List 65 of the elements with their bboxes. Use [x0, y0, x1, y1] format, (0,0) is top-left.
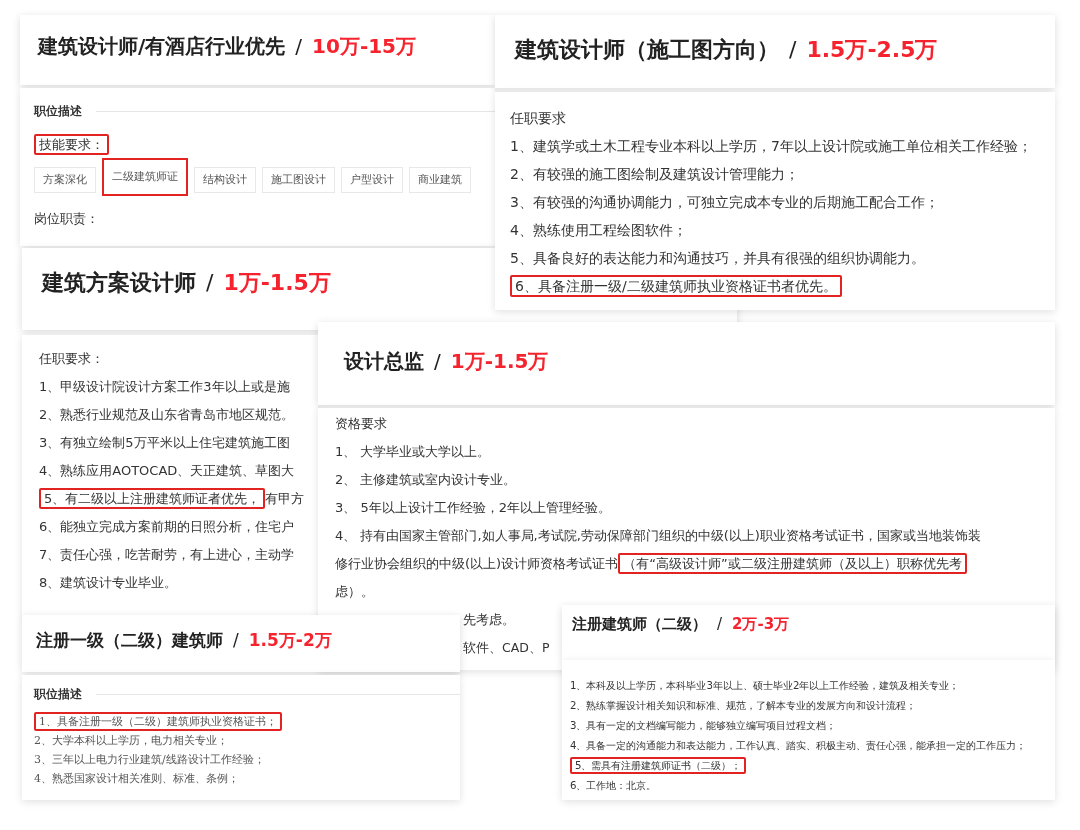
body-text: 岗位职责： — [34, 211, 99, 226]
body-text: 3、三年以上电力行业建筑/线路设计工作经验； — [34, 753, 265, 766]
separator: / — [789, 37, 797, 62]
highlighted-text: 5、有二级以上注册建筑师证者优先， — [39, 488, 266, 509]
body-text: 6、工作地：北京。 — [570, 780, 657, 791]
body-text: 1、本科及以上学历，本科毕业3年以上、硕士毕业2年以上工作经验，建筑及相关专业； — [570, 680, 960, 691]
separator: / — [233, 630, 239, 650]
body-text: 3、具有一定的文档编写能力，能够独立编写项目过程文档； — [570, 720, 837, 731]
body-text: 2、熟悉行业规范及山东省青岛市地区规范。 — [39, 407, 295, 422]
body-text: 2、有较强的施工图绘制及建筑设计管理能力； — [510, 166, 799, 182]
salary: 1万-1.5万 — [223, 270, 331, 295]
body-text: 1、建筑学或土木工程专业本科以上学历，7年以上设计院或施工单位相关工作经验； — [510, 138, 1032, 154]
body-text: 先考虑。 — [463, 612, 515, 627]
job-title: 建筑设计师/有酒店行业优先 — [38, 34, 286, 58]
skill-tag: 方案深化 — [34, 167, 96, 193]
body-text: 3、 5年以上设计工作经验，2年以上管理经验。 — [335, 500, 611, 515]
separator: / — [206, 270, 214, 295]
body-text: 4、熟练应用AOTOCAD、天正建筑、草图大 — [39, 463, 295, 478]
salary: 2万-3万 — [732, 615, 790, 633]
body-text: 4、 持有由国家主管部门,如人事局,考试院,劳动保障部门组织的中级(以上)职业资格考试证书，国家或当地装饰装 — [335, 528, 981, 543]
body-text: 1、甲级设计院设计方案工作3年以上或是施 — [39, 379, 290, 394]
body-text: 虑）。 — [335, 584, 374, 599]
body-text: 2、 主修建筑或室内设计专业。 — [335, 472, 517, 487]
skill-tag: 施工图设计 — [262, 167, 335, 193]
highlighted-text: 1、具备注册一级（二级）建筑师执业资格证书； — [34, 712, 282, 731]
salary: 1万-1.5万 — [450, 349, 549, 373]
skill-tag: 商业建筑 — [409, 167, 471, 193]
salary: 1.5万-2.5万 — [806, 37, 938, 62]
body-text: 2、大学本科以上学历，电力相关专业； — [34, 734, 228, 747]
salary: 1.5万-2万 — [248, 630, 332, 650]
highlighted-text: （有“高级设计师”或二级注册建筑师（及以上）职称优先考 — [618, 553, 967, 574]
body-text: 7、责任心强，吃苦耐劳，有上进心，主动学 — [39, 547, 295, 562]
section-heading: 职位描述 — [34, 103, 82, 120]
separator: / — [717, 615, 723, 633]
job-title: 设计总监 — [344, 349, 424, 373]
salary: 10万-15万 — [312, 34, 417, 58]
body-text: 软件、CAD、P — [463, 640, 550, 655]
body-text: 6、能独立完成方案前期的日照分析，住宅户 — [39, 519, 295, 534]
highlighted-text: 5、需具有注册建筑师证书（二级）； — [570, 757, 747, 774]
body-text: 4、熟悉国家设计相关准则、标准、条例； — [34, 772, 239, 785]
body-text: 4、具备一定的沟通能力和表达能力，工作认真、踏实、积极主动、责任心强，能承担一定的工作压力； — [570, 740, 1027, 751]
skill-tag: 结构设计 — [194, 167, 256, 193]
body-text: 8、建筑设计专业毕业。 — [39, 575, 178, 590]
body-text: 5、具备良好的表达能力和沟通技巧，并具有很强的组织协调能力。 — [510, 250, 925, 266]
body-text: 任职要求： — [39, 351, 104, 366]
section-heading: 职位描述 — [34, 686, 82, 703]
skill-tag: 户型设计 — [341, 167, 403, 193]
body-text: 2、熟练掌握设计相关知识和标准、规范，了解本专业的发展方向和设计流程； — [570, 700, 917, 711]
body-text: 4、熟练使用工程绘图软件； — [510, 222, 687, 238]
body-text: 任职要求 — [510, 110, 566, 126]
job-title: 建筑方案设计师 — [42, 270, 196, 295]
job-title: 注册建筑师（二级） — [572, 615, 707, 633]
body-text: 3、有独立绘制5万平米以上住宅建筑施工图 — [39, 435, 290, 450]
highlighted-text: 技能要求： — [34, 134, 109, 155]
job-title: 建筑设计师（施工图方向） — [515, 37, 779, 62]
body-text: 有甲方 — [265, 491, 305, 506]
separator: / — [434, 349, 441, 373]
body-text: 1、 大学毕业或大学以上。 — [335, 444, 491, 459]
skill-tag: 二级建筑师证 — [102, 158, 188, 196]
body-text: 资格要求 — [335, 416, 387, 431]
body-text: 修行业协会组织的中级(以上)设计师资格考试证书 — [335, 556, 619, 571]
body-text: 3、有较强的沟通协调能力，可独立完成本专业的后期施工配合工作； — [510, 194, 939, 210]
separator: / — [295, 34, 303, 58]
highlighted-text: 6、具备注册一级/二级建筑师执业资格证书者优先。 — [510, 275, 842, 297]
job-title: 注册一级（二级）建筑师 — [36, 630, 223, 650]
